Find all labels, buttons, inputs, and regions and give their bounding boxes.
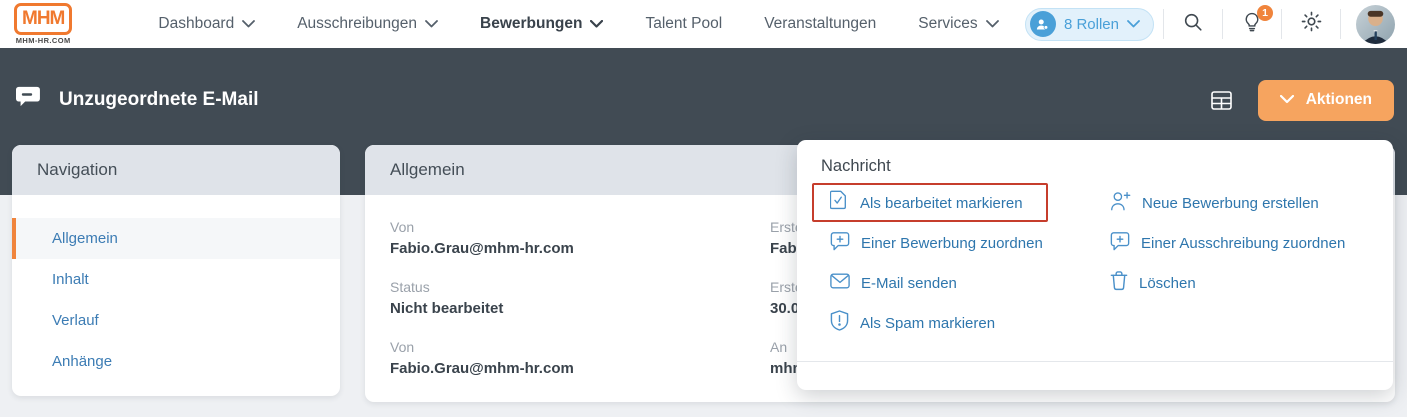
field-von-1: Von Fabio.Grau@mhm-hr.com <box>390 218 750 259</box>
chevron-down-icon <box>425 20 438 28</box>
menu-item-loeschen[interactable]: Löschen <box>1110 263 1380 303</box>
top-bar: MHM MHM-HR.COM Dashboard Ausschreibungen… <box>0 0 1407 48</box>
person-plus-icon <box>1110 191 1131 216</box>
divider <box>1340 9 1341 39</box>
menu-item-als-bearbeitet-markieren[interactable]: Als bearbeitet markieren <box>829 183 1100 223</box>
main-navigation: Dashboard Ausschreibungen Bewerbungen Ta… <box>158 15 999 33</box>
menu-item-label: Neue Bewerbung erstellen <box>1142 194 1319 212</box>
menu-right-column: Neue Bewerbung erstellen Einer Ausschrei… <box>1110 183 1380 303</box>
menu-item-label: Als bearbeitet markieren <box>860 194 1023 212</box>
divider <box>1222 9 1223 39</box>
sidebar-item-anhaenge[interactable]: Anhänge <box>12 341 340 382</box>
brand-logo[interactable]: MHM MHM-HR.COM <box>14 3 73 45</box>
settings-button[interactable] <box>1294 7 1328 41</box>
sidebar-item-allgemein[interactable]: Allgemein <box>12 218 340 259</box>
menu-item-label: Löschen <box>1139 274 1196 292</box>
navigation-panel-title: Navigation <box>12 145 340 195</box>
document-check-icon <box>829 190 849 216</box>
menu-left-column: Als bearbeitet markieren Einer Bewerbung… <box>829 183 1100 343</box>
field-von-2: Von Fabio.Grau@mhm-hr.com <box>390 338 750 379</box>
field-label: Von <box>390 219 415 235</box>
menu-item-label: E-Mail senden <box>861 274 957 292</box>
menu-item-label: Einer Ausschreibung zuordnen <box>1141 234 1346 252</box>
chevron-down-icon <box>242 20 256 28</box>
menu-title: Nachricht <box>821 157 891 175</box>
divider <box>1281 9 1282 39</box>
notification-badge: 1 <box>1257 5 1273 21</box>
nav-item-label: Veranstaltungen <box>764 15 877 32</box>
chat-bubble-icon <box>16 85 42 115</box>
topbar-right-controls: 8 Rollen 1 <box>1024 4 1395 44</box>
roles-dropdown[interactable]: 8 Rollen <box>1024 7 1154 41</box>
nav-item-ausschreibungen[interactable]: Ausschreibungen <box>297 15 438 33</box>
divider <box>1163 9 1164 39</box>
notifications-button[interactable]: 1 <box>1235 5 1273 41</box>
menu-item-als-spam-markieren[interactable]: Als Spam markieren <box>830 303 1100 343</box>
nav-item-label: Talent Pool <box>645 15 723 32</box>
nachricht-dropdown-menu: Nachricht Als bearbeitet markieren Einer… <box>797 140 1393 390</box>
user-avatar[interactable] <box>1356 4 1395 44</box>
search-icon <box>1182 11 1204 38</box>
page-title: Unzugeordnete E-Mail <box>59 89 259 110</box>
table-view-icon[interactable] <box>1210 90 1232 110</box>
chevron-down-icon <box>985 20 999 28</box>
nav-item-services[interactable]: Services <box>918 15 999 33</box>
chevron-down-icon <box>1127 20 1140 28</box>
nav-item-talent-pool[interactable]: Talent Pool <box>645 15 722 33</box>
gear-icon <box>1300 10 1323 38</box>
bubble-plus-icon <box>830 231 850 256</box>
nav-item-label: Ausschreibungen <box>297 15 417 32</box>
trash-icon <box>1110 270 1128 296</box>
brand-logo-text: MHM <box>14 3 73 35</box>
chevron-down-icon <box>590 20 604 28</box>
menu-item-einer-ausschreibung-zuordnen[interactable]: Einer Ausschreibung zuordnen <box>1110 223 1380 263</box>
search-button[interactable] <box>1176 7 1210 41</box>
menu-item-label: Einer Bewerbung zuordnen <box>861 234 1043 252</box>
menu-item-label: Als Spam markieren <box>860 314 996 332</box>
navigation-panel: Navigation Allgemein Inhalt Verlauf Anhä… <box>12 145 340 396</box>
nav-item-dashboard[interactable]: Dashboard <box>158 15 256 33</box>
shield-alert-icon <box>830 310 849 336</box>
nav-item-label: Services <box>918 15 978 32</box>
brand-logo-subtext: MHM-HR.COM <box>15 36 71 45</box>
sidebar-item-inhalt[interactable]: Inhalt <box>12 259 340 300</box>
field-label: Status <box>390 279 430 295</box>
menu-item-email-senden[interactable]: E-Mail senden <box>830 263 1100 303</box>
field-status: Status Nicht bearbeitet <box>390 278 750 319</box>
menu-item-neue-bewerbung-erstellen[interactable]: Neue Bewerbung erstellen <box>1110 183 1380 223</box>
field-label: Von <box>390 339 415 355</box>
roles-label: 8 Rollen <box>1063 15 1119 33</box>
field-value: Nicht bearbeitet <box>390 300 504 317</box>
nav-item-bewerbungen[interactable]: Bewerbungen <box>480 15 604 33</box>
chevron-down-icon <box>1279 91 1294 109</box>
bubble-plus-icon <box>1110 231 1130 256</box>
nav-item-label: Dashboard <box>158 15 235 32</box>
field-value: Fabio.Grau@mhm-hr.com <box>390 240 574 257</box>
nav-item-label: Bewerbungen <box>480 15 583 32</box>
actions-button-label: Aktionen <box>1305 91 1372 108</box>
sidebar-item-verlauf[interactable]: Verlauf <box>12 300 340 341</box>
menu-item-einer-bewerbung-zuordnen[interactable]: Einer Bewerbung zuordnen <box>830 223 1100 263</box>
actions-button[interactable]: Aktionen <box>1257 79 1394 121</box>
menu-footer-divider <box>797 361 1393 362</box>
user-roles-icon <box>1029 11 1056 37</box>
envelope-icon <box>830 273 850 294</box>
field-value: Fabio.Grau@mhm-hr.com <box>390 360 574 377</box>
nav-item-veranstaltungen[interactable]: Veranstaltungen <box>764 15 876 33</box>
